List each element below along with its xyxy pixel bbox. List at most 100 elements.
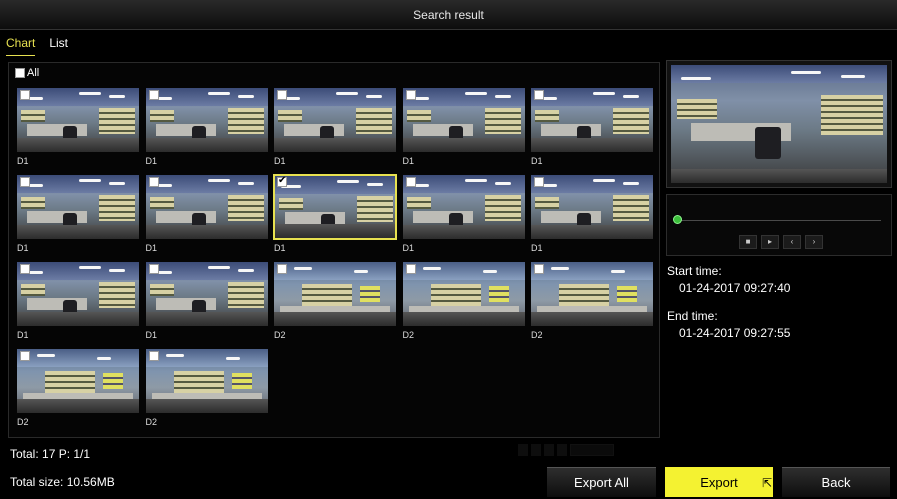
start-time-value: 01-24-2017 09:27:40 (679, 281, 791, 295)
thumbnail-image[interactable] (145, 348, 269, 414)
thumbnail-camera-label: D2 (402, 330, 415, 340)
thumbnail-camera-label: D2 (274, 330, 286, 340)
thumbnail-item[interactable]: D2 (402, 261, 526, 343)
thumbnail-checkbox[interactable] (20, 177, 30, 187)
play-button[interactable]: ▸ (761, 235, 779, 249)
end-time-value: 01-24-2017 09:27:55 (679, 326, 791, 340)
export-all-button[interactable]: Export All (547, 467, 656, 497)
thumbnail-image[interactable] (530, 87, 654, 153)
next-frame-button[interactable]: › (805, 235, 823, 249)
thumbnail-image[interactable] (16, 174, 140, 240)
total-size: Total size: 10.56MB (10, 475, 115, 489)
select-all-row[interactable]: All (15, 67, 39, 79)
thumbnail-image[interactable] (530, 174, 654, 240)
first-page-button[interactable] (518, 444, 528, 456)
thumbnail-checkbox[interactable] (534, 177, 544, 187)
thumbnail-image[interactable] (16, 261, 140, 327)
title-bar: Search result (0, 0, 897, 30)
thumbnail-image[interactable] (16, 87, 140, 153)
thumbnail-camera-label: D1 (145, 330, 158, 340)
thumbnail-checkbox[interactable] (20, 351, 30, 361)
thumbnail-grid-panel: All D1 D1 D1 D1 D1 D1 D1 D1 D1 D1 D1 D1 D2 D2 D2 D2 D2 (8, 62, 660, 438)
next-page-button[interactable] (544, 444, 554, 456)
thumbnail-checkbox[interactable] (148, 177, 159, 187)
thumbnail-checkbox[interactable] (277, 175, 287, 187)
thumbnail-image[interactable] (145, 174, 269, 240)
thumbnail-image[interactable] (402, 261, 526, 327)
thumbnail-camera-label: D1 (145, 156, 158, 166)
thumbnail-checkbox[interactable] (148, 351, 159, 361)
page-number-input[interactable] (570, 444, 614, 456)
thumbnail-image[interactable] (402, 87, 526, 153)
thumbnail-item[interactable]: D1 (145, 87, 269, 169)
thumbnail-checkbox[interactable] (405, 90, 416, 100)
thumbnail-item[interactable]: D1 (16, 87, 140, 169)
prev-page-button[interactable] (531, 444, 541, 456)
playback-position-handle[interactable] (673, 215, 682, 224)
page-navigation (518, 444, 614, 456)
thumbnail-image[interactable] (402, 174, 526, 240)
thumbnail-camera-label: D1 (17, 330, 29, 340)
thumbnail-camera-label: D1 (531, 243, 543, 253)
back-button[interactable]: Back (782, 467, 890, 497)
playback-timeline[interactable] (681, 220, 881, 221)
thumbnail-checkbox[interactable] (148, 90, 159, 100)
thumbnail-image[interactable] (273, 174, 397, 240)
preview-image (671, 65, 887, 183)
thumbnail-item[interactable]: D1 (402, 174, 526, 256)
thumbnail-camera-label: D1 (17, 156, 29, 166)
thumbnail-item[interactable]: D1 (145, 261, 269, 343)
thumbnail-camera-label: D1 (531, 156, 543, 166)
thumbnail-image[interactable] (273, 87, 397, 153)
thumbnail-checkbox[interactable] (277, 90, 287, 100)
thumbnail-camera-label: D2 (17, 417, 29, 427)
thumbnail-checkbox[interactable] (405, 177, 416, 187)
thumbnail-item[interactable]: D2 (16, 348, 140, 430)
thumbnail-image[interactable] (530, 261, 654, 327)
thumbnail-camera-label: D1 (274, 156, 286, 166)
thumbnail-item[interactable]: D1 (402, 87, 526, 169)
thumbnail-camera-label: D2 (145, 417, 158, 427)
thumbnail-checkbox[interactable] (148, 264, 159, 274)
window-title: Search result (413, 8, 484, 22)
thumbnail-checkbox[interactable] (534, 264, 544, 274)
thumbnail-camera-label: D1 (402, 156, 415, 166)
tab-chart[interactable]: Chart (6, 36, 36, 56)
thumbnail-checkbox[interactable] (20, 264, 30, 274)
thumbnail-item[interactable]: D1 (530, 87, 654, 169)
view-tabs: Chart List (6, 36, 68, 56)
thumbnail-item[interactable]: D1 (273, 174, 397, 256)
stop-button[interactable]: ■ (739, 235, 757, 249)
thumbnail-checkbox[interactable] (20, 90, 30, 100)
thumbnail-checkbox[interactable] (405, 264, 416, 274)
clip-info: Start time: 01-24-2017 09:27:40 End time… (667, 264, 790, 354)
end-time-label: End time: (667, 309, 718, 323)
thumbnail-image[interactable] (145, 87, 269, 153)
thumbnail-camera-label: D1 (145, 243, 158, 253)
select-all-checkbox[interactable] (15, 68, 25, 78)
thumbnail-item[interactable]: D2 (273, 261, 397, 343)
thumbnail-item[interactable]: D1 (16, 174, 140, 256)
prev-frame-button[interactable]: ‹ (783, 235, 801, 249)
thumbnail-item[interactable]: D1 (145, 174, 269, 256)
thumbnail-item[interactable]: D1 (273, 87, 397, 169)
thumbnail-image[interactable] (16, 348, 140, 414)
last-page-button[interactable] (557, 444, 567, 456)
thumbnail-checkbox[interactable] (534, 90, 544, 100)
thumbnail-checkbox[interactable] (277, 264, 287, 274)
playback-controls: ■ ▸ ‹ › (666, 194, 892, 256)
thumbnail-image[interactable] (273, 261, 397, 327)
thumbnail-item[interactable]: D1 (530, 174, 654, 256)
thumbnail-image[interactable] (145, 261, 269, 327)
select-all-label: All (27, 67, 40, 79)
playback-buttons: ■ ▸ ‹ › (739, 235, 823, 249)
thumbnail-camera-label: D1 (274, 243, 286, 253)
start-time-label: Start time: (667, 264, 722, 278)
thumbnail-item[interactable]: D1 (16, 261, 140, 343)
thumbnail-item[interactable]: D2 (145, 348, 269, 430)
thumbnail-camera-label: D1 (402, 243, 415, 253)
tab-list[interactable]: List (49, 36, 68, 56)
export-button[interactable]: Export (665, 467, 773, 497)
thumbnail-camera-label: D2 (531, 330, 543, 340)
thumbnail-item[interactable]: D2 (530, 261, 654, 343)
